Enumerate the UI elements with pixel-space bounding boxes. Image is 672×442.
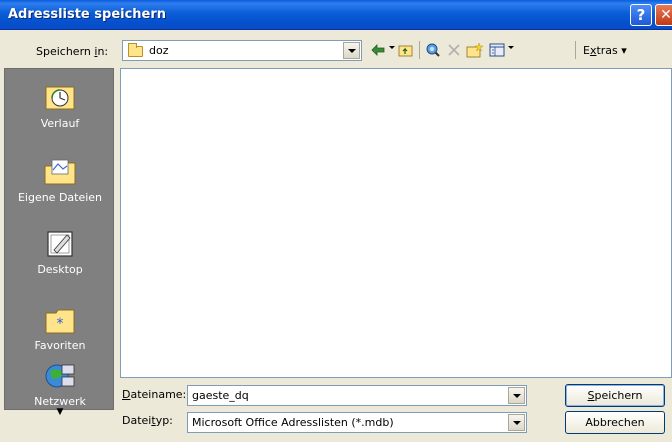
svg-text:*: * — [57, 316, 64, 332]
place-my-documents[interactable]: Eigene Dateien — [5, 157, 115, 204]
place-favorites[interactable]: * Favoriten — [5, 305, 115, 352]
network-icon — [45, 364, 75, 388]
scroll-down-icon[interactable]: ▼ — [5, 408, 115, 417]
current-folder: doz — [149, 44, 169, 57]
place-label: Desktop — [37, 263, 83, 276]
chevron-down-icon[interactable] — [343, 42, 360, 59]
delete-icon[interactable] — [446, 41, 462, 59]
chevron-down-icon[interactable] — [508, 387, 525, 404]
file-list[interactable] — [120, 68, 672, 378]
place-history[interactable]: Verlauf — [5, 83, 115, 130]
my-documents-icon — [44, 159, 76, 185]
filename-label: Dateiname: — [122, 388, 187, 401]
views-dropdown-icon[interactable] — [508, 46, 514, 49]
toolbar-separator — [419, 41, 420, 59]
desktop-icon — [47, 231, 73, 257]
place-label: Favoriten — [34, 339, 86, 352]
filetype-select[interactable]: Microsoft Office Adresslisten (*.mdb) — [187, 412, 527, 433]
history-icon — [45, 86, 75, 110]
filetype-value: Microsoft Office Adresslisten (*.mdb) — [192, 416, 394, 429]
back-arrow-icon[interactable] — [370, 41, 386, 59]
window-title: Adressliste speichern — [8, 7, 167, 22]
save-in-combobox[interactable]: doz — [122, 40, 362, 61]
views-icon[interactable] — [489, 41, 505, 59]
chevron-down-icon[interactable] — [508, 414, 525, 431]
close-button[interactable]: ✕ — [655, 4, 672, 26]
favorites-icon: * — [45, 309, 75, 334]
save-button[interactable]: Speichern — [565, 384, 665, 407]
search-web-icon[interactable] — [425, 41, 441, 59]
back-dropdown-icon[interactable] — [389, 46, 395, 49]
places-bar: Verlauf Eigene Dateien Desktop * Favorit… — [4, 68, 115, 417]
place-label: Eigene Dateien — [17, 191, 103, 204]
cancel-button[interactable]: Abbrechen — [565, 411, 665, 434]
place-label: Verlauf — [40, 117, 80, 130]
save-in-label: Speichern in: — [36, 45, 109, 58]
help-button[interactable]: ? — [630, 4, 652, 26]
toolbar-separator — [575, 41, 576, 59]
place-desktop[interactable]: Desktop — [5, 229, 115, 276]
filename-value: gaeste_dq — [192, 389, 249, 402]
extras-menu[interactable]: Extras ▾ — [583, 44, 627, 57]
new-folder-icon[interactable] — [466, 41, 484, 59]
filetype-label: Dateityp: — [122, 414, 173, 427]
title-bar[interactable]: Adressliste speichern ? ✕ — [0, 0, 672, 30]
up-folder-icon[interactable] — [398, 41, 414, 59]
place-network[interactable]: Netzwerk ▼ — [5, 361, 115, 417]
folder-icon — [128, 43, 143, 57]
filename-field[interactable]: gaeste_dq — [187, 385, 527, 406]
